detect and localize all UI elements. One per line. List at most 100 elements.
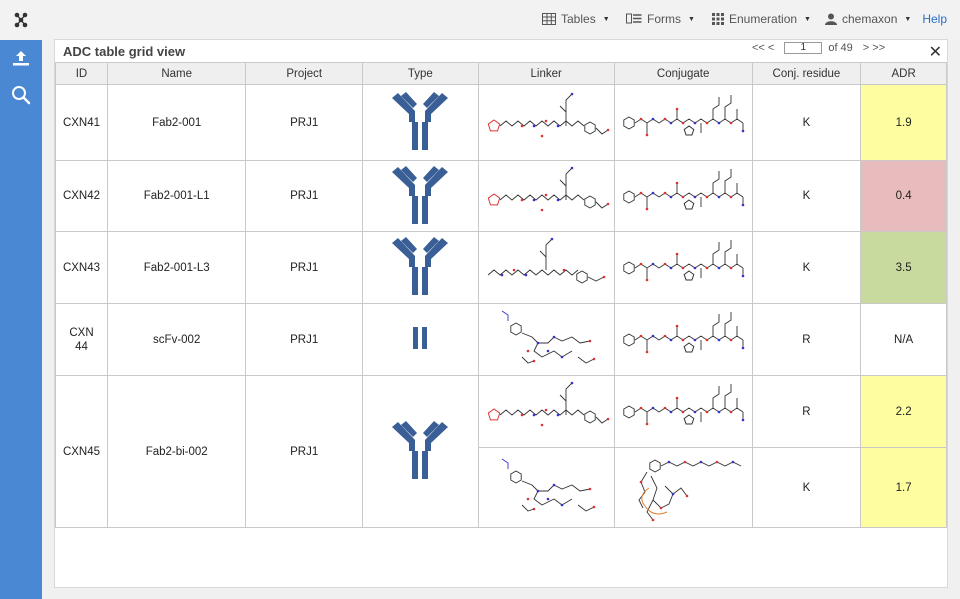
conjugate-cell — [613, 303, 753, 376]
linker-structure-image — [479, 307, 614, 372]
panel-title: ADC table grid view — [63, 44, 186, 59]
project-cell: PRJ1 — [245, 375, 363, 528]
conjugate-cell — [613, 84, 753, 161]
conjugate-cell — [613, 231, 753, 304]
type-cell — [362, 84, 479, 161]
table-row[interactable]: CXN41 Fab2-001 PRJ1 K 1.9 — [55, 84, 947, 161]
logo-icon[interactable] — [0, 0, 42, 40]
antibody-icon — [363, 421, 478, 482]
antibody-icon — [363, 92, 478, 153]
help-link[interactable]: Help — [922, 12, 947, 26]
residue-cell: R — [751, 303, 862, 376]
adr-cell: 3.5 — [860, 231, 947, 304]
adc-grid: ID Name Project Type Linker Conjugate Co… — [55, 62, 947, 528]
name-cell: Fab2-001-L3 — [106, 231, 247, 304]
scfv-icon — [363, 327, 478, 352]
id-cell: CXN45 — [55, 375, 108, 528]
residue-cell: K — [751, 160, 862, 232]
name-cell: Fab2-001-L1 — [106, 160, 247, 232]
id-cell: CXN 44 — [55, 303, 108, 376]
residue-cell: K — [751, 231, 862, 304]
col-header-conj-residue[interactable]: Conj. residue — [751, 62, 862, 85]
linker-cell — [477, 375, 615, 448]
type-cell — [362, 303, 479, 376]
adr-cell: 2.2 — [860, 375, 947, 448]
id-cell: CXN43 — [55, 231, 108, 304]
table-row[interactable]: CXN43 Fab2-001-L3 PRJ1 K 3.5 — [55, 231, 947, 304]
header-row: ID Name Project Type Linker Conjugate Co… — [55, 62, 947, 85]
forms-menu-label: Forms — [647, 12, 681, 26]
antibody-icon — [363, 165, 478, 227]
pager-next-button[interactable]: > >> — [863, 42, 885, 54]
grid-dots-icon — [712, 13, 724, 25]
col-header-adr[interactable]: ADR — [860, 62, 947, 85]
conjugate-structure-image — [615, 310, 752, 369]
forms-menu[interactable]: Forms ▼ — [626, 12, 695, 26]
type-cell — [362, 231, 479, 304]
col-header-project[interactable]: Project — [245, 62, 363, 85]
table-grid-panel: ADC table grid view << < 1 of 49 > >> ✕ … — [54, 39, 948, 588]
name-cell: Fab2-bi-002 — [106, 375, 247, 528]
conjugate-cell — [613, 160, 753, 232]
pager: << < 1 of 49 > >> — [752, 42, 885, 54]
user-icon — [825, 13, 837, 25]
tables-menu[interactable]: Tables ▼ — [542, 12, 610, 26]
page-count: of 49 — [828, 42, 853, 54]
id-cell: CXN42 — [55, 160, 108, 232]
conjugate-structure-image — [615, 93, 752, 152]
conjugate-structure-image — [615, 238, 752, 297]
linker-structure-image — [479, 455, 614, 520]
linker-cell — [477, 447, 615, 528]
name-cell: scFv-002 — [106, 303, 247, 376]
upload-icon[interactable] — [0, 40, 42, 76]
user-menu[interactable]: chemaxon ▼ — [825, 12, 911, 26]
project-cell: PRJ1 — [245, 303, 363, 376]
adr-cell: 0.4 — [860, 160, 947, 232]
enumeration-menu[interactable]: Enumeration ▼ — [712, 12, 811, 26]
pager-prev-button[interactable]: << < — [752, 42, 774, 54]
linker-structure-image — [479, 90, 614, 155]
adr-cell: 1.7 — [860, 447, 947, 528]
close-icon[interactable]: ✕ — [929, 42, 942, 62]
project-cell: PRJ1 — [245, 160, 363, 232]
linker-structure-image — [479, 235, 614, 300]
col-header-conjugate[interactable]: Conjugate — [613, 62, 753, 85]
residue-cell: K — [751, 447, 862, 528]
enumeration-menu-label: Enumeration — [729, 12, 798, 26]
page-number-input[interactable]: 1 — [784, 42, 823, 54]
conjugate-structure-image — [615, 167, 752, 226]
antibody-icon — [363, 237, 478, 298]
col-header-name[interactable]: Name — [106, 62, 247, 85]
linker-cell — [477, 231, 615, 304]
table-row[interactable]: CXN 44 scFv-002 PRJ1 R N/A — [55, 303, 947, 376]
type-cell — [362, 160, 479, 232]
id-cell: CXN41 — [55, 84, 108, 161]
name-cell: Fab2-001 — [106, 84, 247, 161]
table-row[interactable]: CXN42 Fab2-001-L1 PRJ1 K 0.4 — [55, 160, 947, 232]
linker-structure-image — [479, 379, 614, 444]
conjugate-cell — [613, 375, 753, 448]
adr-cell: 1.9 — [860, 84, 947, 161]
col-header-id[interactable]: ID — [55, 62, 108, 85]
tables-menu-label: Tables — [561, 12, 596, 26]
col-header-linker[interactable]: Linker — [477, 62, 615, 85]
linker-cell — [477, 160, 615, 232]
search-icon[interactable] — [0, 77, 42, 113]
conjugate-structure-image — [615, 448, 752, 527]
residue-cell: K — [751, 84, 862, 161]
table-icon — [542, 13, 556, 25]
type-cell — [362, 375, 479, 528]
top-navigation-bar: Tables ▼ Forms ▼ Enumeration ▼ chemaxon ▼ He… — [42, 0, 960, 40]
sidebar — [0, 0, 42, 599]
form-icon — [626, 13, 642, 24]
conjugate-cell — [613, 447, 753, 528]
residue-cell: R — [751, 375, 862, 448]
linker-structure-image — [479, 164, 614, 229]
linker-cell — [477, 84, 615, 161]
col-header-type[interactable]: Type — [362, 62, 479, 85]
conjugate-structure-image — [615, 382, 752, 441]
project-cell: PRJ1 — [245, 84, 363, 161]
table-row[interactable]: CXN45 Fab2-bi-002 PRJ1 R 2.2 — [55, 375, 947, 528]
user-menu-label: chemaxon — [842, 12, 898, 26]
project-cell: PRJ1 — [245, 231, 363, 304]
